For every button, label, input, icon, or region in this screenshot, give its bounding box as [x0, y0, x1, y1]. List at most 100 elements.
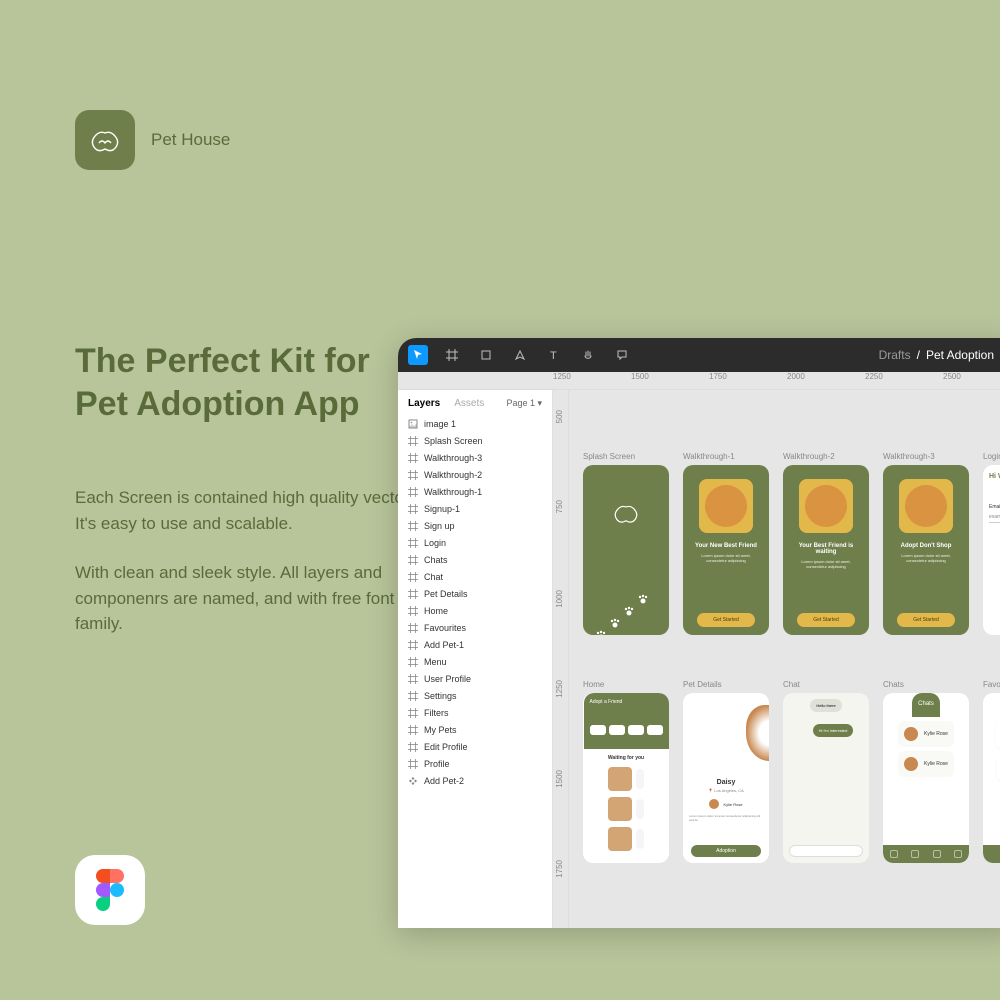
- ruler-tick: 1750: [709, 372, 787, 389]
- layer-item[interactable]: Login: [408, 536, 542, 550]
- illustration: [799, 479, 853, 533]
- layer-item[interactable]: Walkthrough-2: [408, 468, 542, 482]
- frame-walkthrough-1[interactable]: Walkthrough-1 Your New Best Friend Lorem…: [683, 452, 769, 635]
- layer-label: Walkthrough-3: [424, 453, 482, 463]
- frame-tool-icon[interactable]: [442, 345, 462, 365]
- frame-label: Walkthrough-2: [783, 452, 869, 461]
- frame-favourites[interactable]: Favourites Favorites Bella Max: [983, 680, 1000, 863]
- frame-splash[interactable]: Splash Screen: [583, 452, 669, 635]
- comment-tool-icon[interactable]: [612, 345, 632, 365]
- fav-row: Bella: [996, 721, 1000, 749]
- page-selector[interactable]: Page 1 ▾: [506, 398, 542, 409]
- frame-label: Chat: [783, 680, 869, 689]
- get-started-button: Get Started: [797, 613, 855, 627]
- walkthrough-title: Your Best Friend is waiting: [783, 543, 869, 555]
- layers-panel: Layers Assets Page 1 ▾ image 1 Splash Scr…: [398, 390, 553, 928]
- layer-label: Filters: [424, 708, 449, 718]
- layer-item[interactable]: Splash Screen: [408, 434, 542, 448]
- layer-item[interactable]: Edit Profile: [408, 740, 542, 754]
- figma-canvas[interactable]: 5007501000125015001750 Splash Screen: [553, 390, 1000, 928]
- layer-item[interactable]: Profile: [408, 757, 542, 771]
- ruler-tick: 1750: [555, 860, 564, 878]
- layer-label: Signup-1: [424, 504, 460, 514]
- rectangle-tool-icon[interactable]: [476, 345, 496, 365]
- hand-tool-icon[interactable]: [578, 345, 598, 365]
- layer-label: Walkthrough-1: [424, 487, 482, 497]
- frame-icon: [408, 674, 418, 684]
- ruler-tick: 2500: [943, 372, 1000, 389]
- layer-label: Settings: [424, 691, 457, 701]
- layer-item[interactable]: Settings: [408, 689, 542, 703]
- get-started-button: Get Started: [697, 613, 755, 627]
- pen-tool-icon[interactable]: [510, 345, 530, 365]
- frame-login[interactable]: Login Hi Welcome Back Email exampleemail…: [983, 452, 1000, 635]
- email-field: exampleemail@...: [989, 514, 1000, 523]
- layer-item[interactable]: Chats: [408, 553, 542, 567]
- walkthrough-title: Adopt Don't Shop: [895, 543, 958, 549]
- ruler-vertical: 5007501000125015001750: [553, 390, 569, 928]
- frame-icon: [408, 555, 418, 565]
- frame-icon: [408, 742, 418, 752]
- layer-item[interactable]: Add Pet-2: [408, 774, 542, 788]
- layer-item[interactable]: image 1: [408, 417, 542, 431]
- chat-row: Kylie Rose: [898, 751, 954, 777]
- ruler-tick: 1000: [555, 590, 564, 608]
- frame-walkthrough-2[interactable]: Walkthrough-2 Your Best Friend is waitin…: [783, 452, 869, 635]
- owner-name: Kylie Rose: [723, 802, 742, 807]
- layer-label: image 1: [424, 419, 456, 429]
- text-tool-icon[interactable]: T: [544, 345, 564, 365]
- frame-chat[interactable]: Chat Hello there Hi I'm interested: [783, 680, 869, 863]
- ruler-tick: 2000: [787, 372, 865, 389]
- frame-icon: [408, 572, 418, 582]
- image-icon: [408, 419, 418, 429]
- ruler-tick: 500: [555, 410, 564, 423]
- layer-item[interactable]: Favourites: [408, 621, 542, 635]
- tab-layers[interactable]: Layers: [408, 398, 440, 409]
- section-label: Waiting for you: [608, 755, 644, 761]
- pet-card: [608, 827, 644, 851]
- headline: The Perfect Kit for Pet Adoption App: [75, 340, 415, 425]
- frame-icon: [408, 691, 418, 701]
- layer-item[interactable]: My Pets: [408, 723, 542, 737]
- layer-item[interactable]: Menu: [408, 655, 542, 669]
- figma-toolbar: T Drafts / Pet Adoption: [398, 338, 1000, 372]
- ruler-tick: 1250: [555, 680, 564, 698]
- breadcrumb-title: Pet Adoption: [926, 348, 994, 362]
- layer-item[interactable]: Signup-1: [408, 502, 542, 516]
- frame-label: Walkthrough-3: [883, 452, 969, 461]
- walkthrough-title: Your New Best Friend: [689, 543, 763, 549]
- layer-item[interactable]: Walkthrough-3: [408, 451, 542, 465]
- layer-label: User Profile: [424, 674, 471, 684]
- layer-item[interactable]: Home: [408, 604, 542, 618]
- email-label: Email: [989, 504, 1000, 510]
- frame-home[interactable]: Home Adopt a Friend Waiting for you: [583, 680, 669, 863]
- frame-icon: [408, 521, 418, 531]
- layer-label: Pet Details: [424, 589, 468, 599]
- layer-item[interactable]: Add Pet-1: [408, 638, 542, 652]
- layer-item[interactable]: User Profile: [408, 672, 542, 686]
- frame-label: Login: [983, 452, 1000, 461]
- ruler-tick: 750: [555, 500, 564, 513]
- frame-pet-details[interactable]: Pet Details Daisy 📍 Los Angeles, CA Kyli…: [683, 680, 769, 863]
- layer-label: Home: [424, 606, 448, 616]
- frame-chats[interactable]: Chats Chats Kylie Rose Kylie Rose: [883, 680, 969, 863]
- layer-item[interactable]: Pet Details: [408, 587, 542, 601]
- bottom-nav: [883, 845, 969, 863]
- layer-label: Menu: [424, 657, 447, 667]
- pet-logo-icon: [608, 495, 644, 531]
- layer-item[interactable]: Chat: [408, 570, 542, 584]
- layer-item[interactable]: Filters: [408, 706, 542, 720]
- ruler-tick: 1500: [631, 372, 709, 389]
- layer-label: Chats: [424, 555, 448, 565]
- layer-item[interactable]: Sign up: [408, 519, 542, 533]
- move-tool-icon[interactable]: [408, 345, 428, 365]
- get-started-button: Get Started: [897, 613, 955, 627]
- brand-name: Pet House: [151, 130, 230, 150]
- frame-walkthrough-3[interactable]: Walkthrough-3 Adopt Don't Shop Lorem ips…: [883, 452, 969, 635]
- layer-label: Add Pet-1: [424, 640, 464, 650]
- tab-assets[interactable]: Assets: [454, 398, 484, 409]
- layer-item[interactable]: Walkthrough-1: [408, 485, 542, 499]
- frame-icon: [408, 623, 418, 633]
- chats-header: Chats: [912, 693, 940, 717]
- figma-breadcrumb[interactable]: Drafts / Pet Adoption: [879, 348, 1000, 362]
